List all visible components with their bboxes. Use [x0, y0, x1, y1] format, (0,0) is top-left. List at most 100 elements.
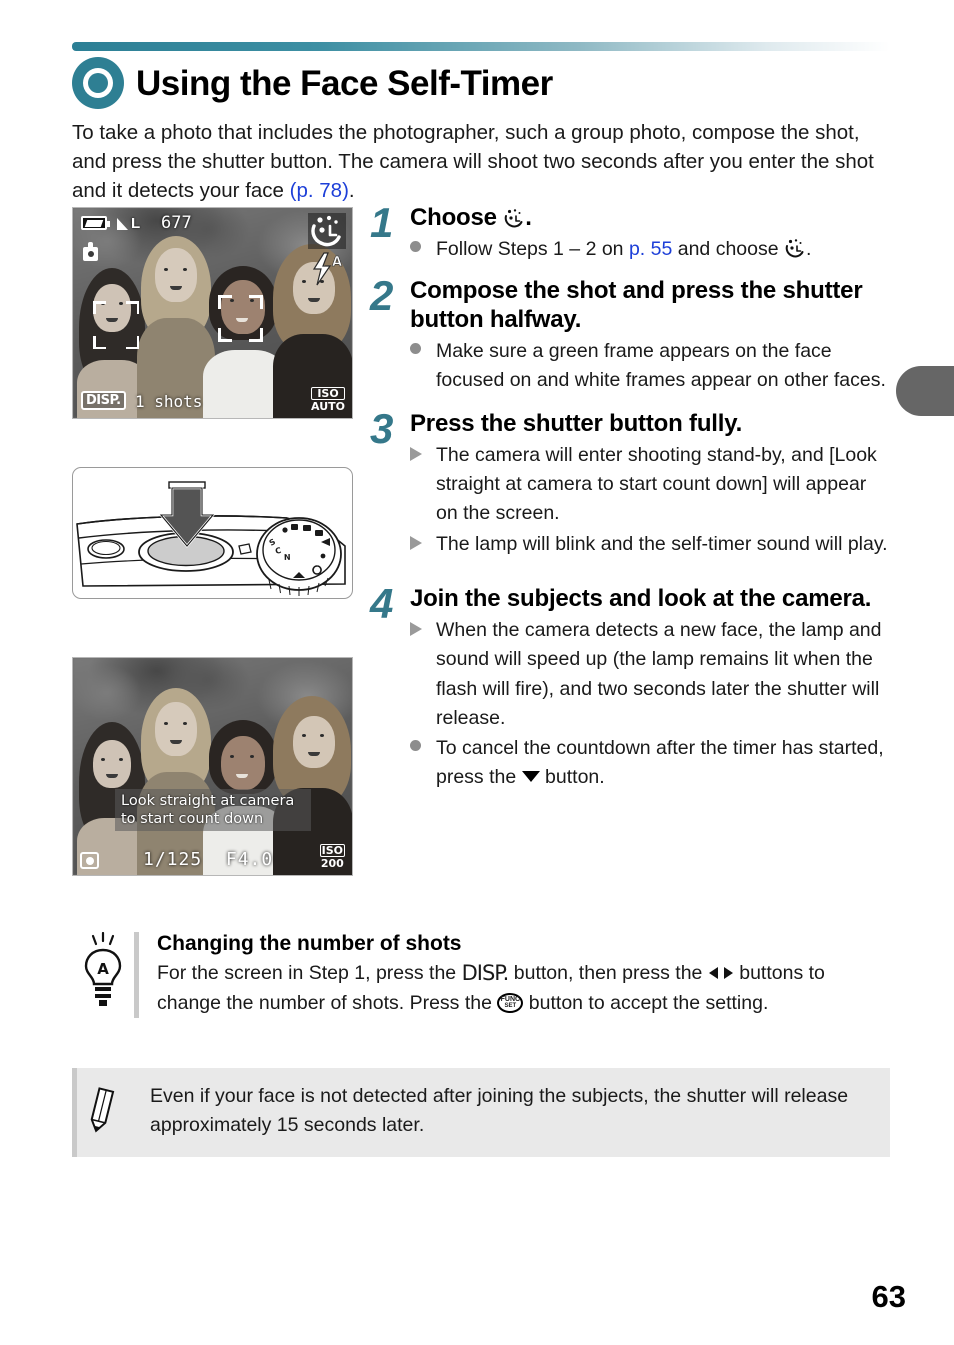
step-3-bullet-2: The lamp will blink and the self-timer s… [410, 530, 888, 559]
down-button-icon [521, 771, 540, 783]
disp-button-badge: DISP. [81, 391, 126, 410]
flash-auto-icon: A [310, 252, 346, 286]
countdown-message-line-1: Look straight at camera [121, 792, 295, 809]
disp-button-glyph: DISP. [461, 961, 510, 985]
exposure-readout: 1/125 F4.0 [143, 849, 273, 870]
face-self-timer-glyph-2 [784, 238, 806, 259]
step-2-bullet-1: Make sure a green frame appears on the f… [410, 337, 888, 396]
note-text: Even if your face is not detected after … [150, 1085, 849, 1137]
step-1-bullet-1: Follow Steps 1 – 2 on p. 55 and choose . [410, 235, 888, 264]
step-4-bullet-1-text: When the camera detects a new face, the … [436, 619, 882, 729]
tip-text-part-2: button, then press the [508, 962, 708, 984]
battery-icon [81, 216, 110, 230]
bullet-triangle-marker-1 [410, 441, 436, 529]
shutter-speed-value: 1/125 [143, 849, 203, 870]
tip-title: Changing the number of shots [157, 932, 462, 955]
manual-page: Using the Face Self-Timer To take a phot… [0, 0, 954, 1345]
step-2: 2 Compose the shot and press the shutter… [370, 271, 888, 397]
iso-label: ISO [311, 387, 345, 400]
step-3-number: 3 [370, 404, 394, 452]
step-3-bullet-2-text: The lamp will blink and the self-timer s… [436, 532, 888, 555]
aperture-value: F4.0 [225, 849, 274, 870]
svg-text:N: N [284, 553, 291, 562]
lightbulb-icon: A [72, 931, 134, 1012]
countdown-message-line-2: to start count down [121, 810, 264, 827]
camera-mode-icon [83, 242, 98, 261]
iso-label-2: ISO [319, 844, 345, 857]
af-frame-green-focus [218, 295, 263, 342]
bullet-triangle-marker-3 [410, 616, 436, 733]
step-3-heading: Press the shutter button fully. [410, 409, 743, 437]
step-4-bullet-2: To cancel the countdown after the timer … [410, 734, 888, 793]
tip-vertical-rule [134, 932, 139, 1018]
func-set-button-icon: FUNC SET [497, 992, 524, 1013]
svg-text:A: A [332, 255, 342, 270]
iso-value: AUTO [311, 400, 345, 413]
step-4: 4 Join the subjects and look at the came… [370, 579, 888, 794]
group-photo-preview-2 [73, 658, 352, 875]
image-quality-icon: L [117, 215, 140, 232]
iso-indicator-step4: ISO 200 [319, 844, 345, 870]
svg-text:A: A [97, 960, 109, 978]
step-2-heading: Compose the shot and press the shutter b… [410, 276, 863, 333]
bullet-text-mid: and choose [672, 238, 784, 261]
cancel-text-pre: To cancel the countdown after the timer … [436, 737, 884, 789]
bullet-dot-marker-2 [410, 337, 436, 396]
page-header: Using the Face Self-Timer [72, 42, 890, 109]
step-4-heading: Join the subjects and look at the camera… [410, 584, 872, 612]
intro-period: . [348, 179, 355, 203]
note-block: Even if your face is not detected after … [72, 1068, 890, 1157]
lcd-screenshot-step4: Look straight at camera to start count d… [72, 657, 353, 876]
tip-text-part-4: button to accept the setting. [523, 991, 769, 1014]
face-self-timer-glyph [503, 207, 525, 228]
bullet-text-post: . [806, 238, 812, 261]
header-gradient-rule [72, 42, 890, 51]
tip-block: A Changing the number of shots For the s… [72, 931, 890, 1018]
evaluative-metering-icon [80, 852, 99, 869]
image-quality-label: L [131, 215, 141, 232]
bullet-triangle-marker-2 [410, 530, 436, 559]
step-2-bullet-1-text: Make sure a green frame appears on the f… [436, 340, 886, 392]
camera-shutter-diagram: S C N [72, 467, 353, 599]
step-1-heading-suffix: . [525, 204, 532, 231]
step-1-heading: Choose . [410, 203, 888, 232]
intro-line-1: To take a photo that includes the photog… [72, 121, 687, 144]
iso-indicator-step1: ISO AUTO [311, 387, 345, 412]
step-1-heading-text: Choose [410, 204, 504, 231]
tip-text-part-1: For the screen in Step 1, press the [157, 962, 462, 984]
page-number: 63 [871, 1279, 906, 1314]
page-55-link[interactable]: p. 55 [629, 238, 672, 260]
shots-remaining-count: 677 [161, 213, 192, 233]
pencil-icon [72, 1082, 150, 1138]
page-title: Using the Face Self-Timer [136, 63, 553, 103]
cancel-text-post: button. [539, 766, 605, 789]
step-3: 3 Press the shutter button fully. The ca… [370, 404, 888, 560]
figure-column: L 677 A DISP. 1 shots ISO AUTO S C N Loo… [72, 207, 357, 876]
set-label: SET [504, 1002, 517, 1009]
bullet-dot-marker [410, 235, 436, 264]
step-1-bullet-1-text: Follow Steps 1 – 2 on p. 55 and choose . [436, 235, 888, 264]
step-3-bullet-1-text: The camera will enter shooting stand-by,… [436, 443, 877, 525]
tip-text: For the screen in Step 1, press the DISP… [157, 958, 890, 1018]
bullet-dot-marker-3 [410, 734, 436, 793]
chapter-edge-tab [896, 366, 954, 416]
step-1-number: 1 [370, 199, 394, 246]
step-3-bullet-1: The camera will enter shooting stand-by,… [410, 441, 888, 529]
countdown-message-box: Look straight at camera to start count d… [115, 788, 311, 831]
step-2-number: 2 [370, 271, 394, 319]
af-frame-white-1 [93, 301, 139, 349]
lcd-screenshot-step1: L 677 A DISP. 1 shots ISO AUTO [72, 207, 353, 419]
step-4-number: 4 [370, 579, 394, 627]
iso-value-2: 200 [320, 857, 344, 870]
teal-ring-icon [72, 57, 124, 109]
page-reference-link[interactable]: (p. 78) [290, 179, 349, 202]
intro-paragraph: To take a photo that includes the photog… [72, 118, 887, 205]
steps-column: 1 Choose . Follow Steps 1 – 2 on p. 55 a… [370, 199, 888, 798]
shots-count-label: 1 shots [135, 392, 203, 411]
face-self-timer-icon [308, 213, 346, 249]
step-4-bullet-2-text: To cancel the countdown after the timer … [436, 734, 888, 793]
left-right-buttons-icon [708, 961, 734, 979]
step-4-bullet-1: When the camera detects a new face, the … [410, 616, 888, 733]
bullet-text-pre: Follow Steps 1 – 2 on [436, 238, 629, 261]
step-1: 1 Choose . Follow Steps 1 – 2 on p. 55 a… [370, 199, 888, 266]
